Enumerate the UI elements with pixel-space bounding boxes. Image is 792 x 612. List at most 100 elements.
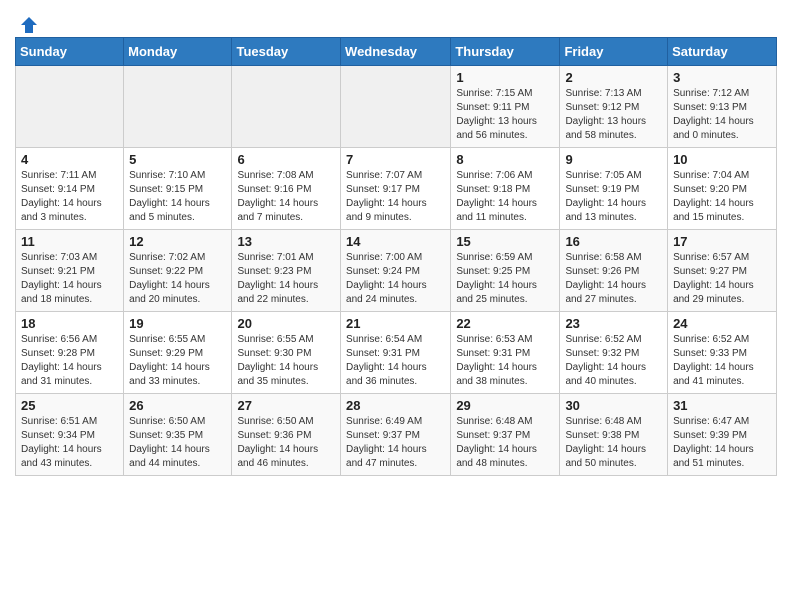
day-number: 26 <box>129 398 226 413</box>
day-info: Sunrise: 6:55 AM Sunset: 9:29 PM Dayligh… <box>129 333 226 389</box>
calendar-cell: 29 Sunrise: 6:48 AM Sunset: 9:37 PM Dayli… <box>451 394 560 476</box>
day-info: Sunrise: 6:52 AM Sunset: 9:32 PM Dayligh… <box>565 333 662 389</box>
day-number: 29 <box>456 398 554 413</box>
calendar-cell: 15 Sunrise: 6:59 AM Sunset: 9:25 PM Dayli… <box>451 230 560 312</box>
calendar-cell: 20 Sunrise: 6:55 AM Sunset: 9:30 PM Dayli… <box>232 312 341 394</box>
day-info: Sunrise: 7:12 AM Sunset: 9:13 PM Dayligh… <box>673 87 771 143</box>
day-info: Sunrise: 6:50 AM Sunset: 9:36 PM Dayligh… <box>237 415 335 471</box>
day-info: Sunrise: 6:47 AM Sunset: 9:39 PM Dayligh… <box>673 415 771 471</box>
day-info: Sunrise: 7:06 AM Sunset: 9:18 PM Dayligh… <box>456 169 554 225</box>
day-number: 17 <box>673 234 771 249</box>
day-number: 31 <box>673 398 771 413</box>
day-info: Sunrise: 6:54 AM Sunset: 9:31 PM Dayligh… <box>346 333 445 389</box>
calendar-cell: 23 Sunrise: 6:52 AM Sunset: 9:32 PM Dayli… <box>560 312 668 394</box>
calendar-cell: 25 Sunrise: 6:51 AM Sunset: 9:34 PM Dayli… <box>16 394 124 476</box>
calendar-cell: 30Sunrise: 6:48 AM Sunset: 9:38 PM Dayli… <box>560 394 668 476</box>
logo <box>15 15 39 27</box>
day-number: 27 <box>237 398 335 413</box>
day-info: Sunrise: 7:02 AM Sunset: 9:22 PM Dayligh… <box>129 251 226 307</box>
calendar-cell: 26 Sunrise: 6:50 AM Sunset: 9:35 PM Dayli… <box>124 394 232 476</box>
calendar-cell: 18 Sunrise: 6:56 AM Sunset: 9:28 PM Dayli… <box>16 312 124 394</box>
day-number: 19 <box>129 316 226 331</box>
calendar-cell: 9Sunrise: 7:05 AM Sunset: 9:19 PM Daylig… <box>560 148 668 230</box>
day-info: Sunrise: 6:48 AM Sunset: 9:37 PM Dayligh… <box>456 415 554 471</box>
day-info: Sunrise: 6:59 AM Sunset: 9:25 PM Dayligh… <box>456 251 554 307</box>
calendar-body: 1 Sunrise: 7:15 AM Sunset: 9:11 PM Daylig… <box>16 66 777 476</box>
calendar-table: SundayMondayTuesdayWednesdayThursdayFrid… <box>15 37 777 476</box>
calendar-cell <box>341 66 451 148</box>
day-number: 15 <box>456 234 554 249</box>
calendar-week-row: 18 Sunrise: 6:56 AM Sunset: 9:28 PM Dayli… <box>16 312 777 394</box>
calendar-header-saturday: Saturday <box>668 38 777 66</box>
day-info: Sunrise: 6:48 AM Sunset: 9:38 PM Dayligh… <box>565 415 662 471</box>
calendar-cell: 22 Sunrise: 6:53 AM Sunset: 9:31 PM Dayli… <box>451 312 560 394</box>
calendar-cell: 28Sunrise: 6:49 AM Sunset: 9:37 PM Dayli… <box>341 394 451 476</box>
day-number: 12 <box>129 234 226 249</box>
calendar-cell: 2 Sunrise: 7:13 AM Sunset: 9:12 PM Daylig… <box>560 66 668 148</box>
day-number: 28 <box>346 398 445 413</box>
day-info: Sunrise: 6:52 AM Sunset: 9:33 PM Dayligh… <box>673 333 771 389</box>
calendar-week-row: 25 Sunrise: 6:51 AM Sunset: 9:34 PM Dayli… <box>16 394 777 476</box>
day-number: 24 <box>673 316 771 331</box>
calendar-cell: 6Sunrise: 7:08 AM Sunset: 9:16 PM Daylig… <box>232 148 341 230</box>
day-info: Sunrise: 6:51 AM Sunset: 9:34 PM Dayligh… <box>21 415 118 471</box>
day-number: 4 <box>21 152 118 167</box>
day-number: 23 <box>565 316 662 331</box>
day-info: Sunrise: 7:01 AM Sunset: 9:23 PM Dayligh… <box>237 251 335 307</box>
calendar-header-tuesday: Tuesday <box>232 38 341 66</box>
day-info: Sunrise: 7:04 AM Sunset: 9:20 PM Dayligh… <box>673 169 771 225</box>
day-number: 10 <box>673 152 771 167</box>
calendar-cell: 17 Sunrise: 6:57 AM Sunset: 9:27 PM Dayli… <box>668 230 777 312</box>
calendar-week-row: 4Sunrise: 7:11 AM Sunset: 9:14 PM Daylig… <box>16 148 777 230</box>
day-info: Sunrise: 6:53 AM Sunset: 9:31 PM Dayligh… <box>456 333 554 389</box>
calendar-cell: 7Sunrise: 7:07 AM Sunset: 9:17 PM Daylig… <box>341 148 451 230</box>
calendar-cell: 19 Sunrise: 6:55 AM Sunset: 9:29 PM Dayli… <box>124 312 232 394</box>
calendar-cell: 31 Sunrise: 6:47 AM Sunset: 9:39 PM Dayli… <box>668 394 777 476</box>
day-info: Sunrise: 6:57 AM Sunset: 9:27 PM Dayligh… <box>673 251 771 307</box>
day-info: Sunrise: 7:08 AM Sunset: 9:16 PM Dayligh… <box>237 169 335 225</box>
day-number: 8 <box>456 152 554 167</box>
day-info: Sunrise: 7:15 AM Sunset: 9:11 PM Dayligh… <box>456 87 554 143</box>
day-number: 22 <box>456 316 554 331</box>
day-number: 16 <box>565 234 662 249</box>
day-number: 18 <box>21 316 118 331</box>
logo-icon <box>19 15 39 35</box>
calendar-cell: 27 Sunrise: 6:50 AM Sunset: 9:36 PM Dayli… <box>232 394 341 476</box>
calendar-cell: 24 Sunrise: 6:52 AM Sunset: 9:33 PM Dayli… <box>668 312 777 394</box>
calendar-cell <box>16 66 124 148</box>
calendar-cell: 4Sunrise: 7:11 AM Sunset: 9:14 PM Daylig… <box>16 148 124 230</box>
calendar-header-wednesday: Wednesday <box>341 38 451 66</box>
day-info: Sunrise: 6:50 AM Sunset: 9:35 PM Dayligh… <box>129 415 226 471</box>
day-info: Sunrise: 7:05 AM Sunset: 9:19 PM Dayligh… <box>565 169 662 225</box>
day-number: 14 <box>346 234 445 249</box>
calendar-header-row: SundayMondayTuesdayWednesdayThursdayFrid… <box>16 38 777 66</box>
calendar-header-sunday: Sunday <box>16 38 124 66</box>
calendar-cell: 14 Sunrise: 7:00 AM Sunset: 9:24 PM Dayli… <box>341 230 451 312</box>
page-header <box>15 15 777 27</box>
calendar-cell: 8 Sunrise: 7:06 AM Sunset: 9:18 PM Daylig… <box>451 148 560 230</box>
day-number: 2 <box>565 70 662 85</box>
calendar-cell: 3 Sunrise: 7:12 AM Sunset: 9:13 PM Daylig… <box>668 66 777 148</box>
calendar-header-monday: Monday <box>124 38 232 66</box>
day-number: 20 <box>237 316 335 331</box>
day-number: 25 <box>21 398 118 413</box>
day-number: 5 <box>129 152 226 167</box>
day-info: Sunrise: 6:56 AM Sunset: 9:28 PM Dayligh… <box>21 333 118 389</box>
day-info: Sunrise: 6:55 AM Sunset: 9:30 PM Dayligh… <box>237 333 335 389</box>
day-number: 3 <box>673 70 771 85</box>
day-number: 21 <box>346 316 445 331</box>
calendar-cell: 21 Sunrise: 6:54 AM Sunset: 9:31 PM Dayli… <box>341 312 451 394</box>
calendar-cell: 10 Sunrise: 7:04 AM Sunset: 9:20 PM Dayli… <box>668 148 777 230</box>
day-number: 11 <box>21 234 118 249</box>
calendar-cell: 11 Sunrise: 7:03 AM Sunset: 9:21 PM Dayli… <box>16 230 124 312</box>
day-info: Sunrise: 7:10 AM Sunset: 9:15 PM Dayligh… <box>129 169 226 225</box>
calendar-cell: 12 Sunrise: 7:02 AM Sunset: 9:22 PM Dayli… <box>124 230 232 312</box>
day-info: Sunrise: 7:00 AM Sunset: 9:24 PM Dayligh… <box>346 251 445 307</box>
calendar-cell <box>232 66 341 148</box>
day-number: 1 <box>456 70 554 85</box>
day-info: Sunrise: 7:03 AM Sunset: 9:21 PM Dayligh… <box>21 251 118 307</box>
calendar-cell: 13Sunrise: 7:01 AM Sunset: 9:23 PM Dayli… <box>232 230 341 312</box>
calendar-header-thursday: Thursday <box>451 38 560 66</box>
calendar-header-friday: Friday <box>560 38 668 66</box>
day-info: Sunrise: 7:13 AM Sunset: 9:12 PM Dayligh… <box>565 87 662 143</box>
